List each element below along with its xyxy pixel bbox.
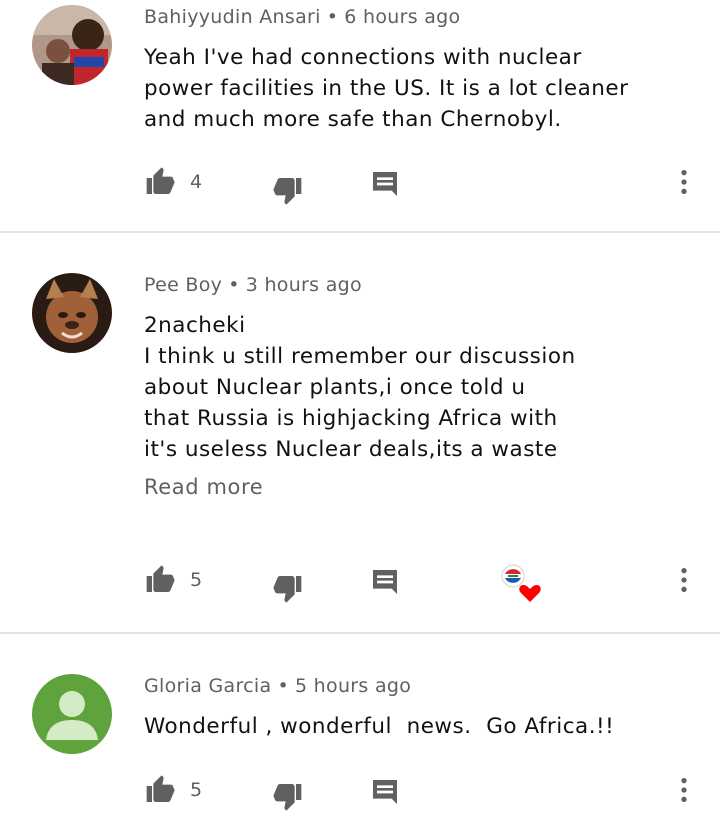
comment-meta: Bahiyyudin Ansari • 6 hours ago [144, 6, 460, 28]
comment-line: and much more safe than Chernobyl. [144, 107, 562, 132]
more-vert-icon [681, 778, 687, 802]
comment-text: Wonderful , wonderful news. Go Africa.!! [144, 711, 694, 742]
dislike-button[interactable] [272, 170, 304, 210]
creator-heart-badge [498, 562, 542, 606]
author-name[interactable]: Pee Boy [144, 274, 222, 296]
like-button[interactable]: 5 [144, 770, 202, 810]
like-count: 5 [190, 779, 203, 801]
thumb-down-icon [273, 784, 302, 811]
comment-1: Bahiyyudin Ansari • 6 hours ago Yeah I've … [0, 0, 720, 232]
comment-line: Wonderful , wonderful news. Go Africa.!! [144, 714, 615, 739]
comment-line: it's useless Nuclear deals,its a waste [144, 437, 558, 462]
reply-icon [373, 172, 397, 196]
comment-text: 2nacheki I think u still remember our di… [144, 310, 694, 465]
comment-meta: Gloria Garcia • 5 hours ago [144, 675, 411, 697]
comment-line: about Nuclear plants,i once told u [144, 375, 526, 400]
comment-actions: 4 [0, 162, 720, 205]
thumb-down-icon [273, 178, 302, 205]
author-name[interactable]: Bahiyyudin Ansari [144, 6, 321, 28]
comment-meta: Pee Boy • 3 hours ago [144, 274, 362, 296]
reply-button[interactable] [369, 164, 401, 204]
avatar[interactable] [32, 273, 112, 353]
thumb-up-icon [146, 775, 175, 802]
read-more-link[interactable]: Read more [144, 475, 263, 499]
more-options-button[interactable] [668, 162, 700, 202]
comment-2: Pee Boy • 3 hours ago 2nacheki I think u s… [0, 233, 720, 631]
more-vert-icon [681, 568, 687, 592]
comment-time[interactable]: 5 hours ago [295, 675, 411, 697]
comment-line: power facilities in the US. It is a lot … [144, 76, 629, 101]
separator-dot: • [326, 6, 339, 28]
comment-3: Gloria Garcia • 5 hours ago Wonderful , wo… [0, 634, 720, 812]
comment-time[interactable]: 6 hours ago [344, 6, 460, 28]
comment-line: that Russia is highjacking Africa with [144, 406, 558, 431]
reply-icon [373, 570, 397, 594]
comment-actions: 5 [0, 770, 720, 812]
author-name[interactable]: Gloria Garcia [144, 675, 271, 697]
like-count: 4 [190, 171, 203, 193]
thumb-up-icon [146, 167, 175, 194]
more-options-button[interactable] [668, 560, 700, 600]
like-button[interactable]: 5 [144, 560, 202, 600]
comment-line: Yeah I've had connections with nuclear [144, 45, 582, 70]
reply-icon [373, 780, 397, 804]
avatar[interactable] [32, 5, 112, 85]
comment-line: 2nacheki [144, 313, 246, 338]
like-button[interactable]: 4 [144, 162, 202, 202]
separator-dot: • [277, 675, 289, 697]
comment-actions: 5 [0, 560, 720, 603]
reply-button[interactable] [369, 772, 401, 812]
heart-icon [519, 585, 541, 602]
comment-time[interactable]: 3 hours ago [246, 274, 362, 296]
like-count: 5 [190, 569, 203, 591]
separator-dot: • [228, 274, 240, 296]
comment-text: Yeah I've had connections with nuclear p… [144, 42, 694, 135]
avatar[interactable] [32, 674, 112, 754]
more-options-button[interactable] [668, 770, 700, 810]
thumb-up-icon [146, 565, 175, 592]
thumb-down-icon [273, 576, 302, 603]
more-vert-icon [681, 170, 687, 194]
dislike-button[interactable] [272, 568, 304, 608]
comment-line: I think u still remember our discussion [144, 344, 576, 369]
dislike-button[interactable] [272, 776, 304, 816]
reply-button[interactable] [369, 562, 401, 602]
